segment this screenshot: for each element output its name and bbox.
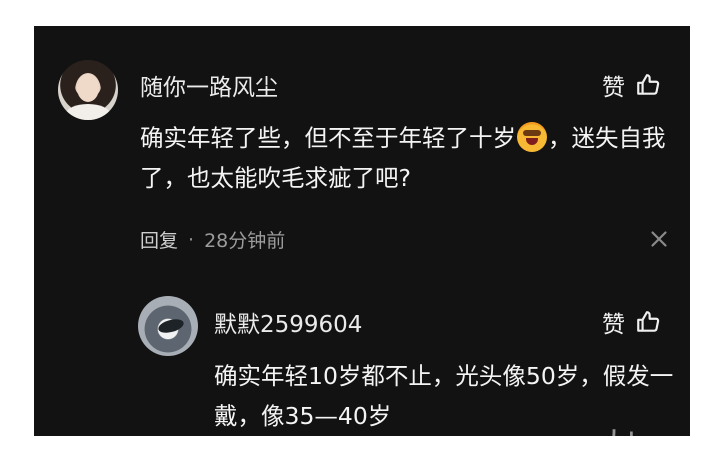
avatar-shirt-shape	[66, 104, 110, 120]
meta-separator: ·	[188, 228, 195, 251]
comment-text-1: 确实年轻了些，但不至于年轻了十岁 ，迷失自我了，也太能吹毛求疵了吧?	[140, 118, 674, 198]
reply-button[interactable]: 回复	[140, 226, 178, 253]
avatar-face-shape	[77, 74, 99, 102]
user-avatar-1[interactable]	[58, 60, 118, 120]
comment-time: 28分钟前	[204, 230, 286, 252]
thumb-up-icon	[637, 74, 660, 95]
watermark-text: 大|	[602, 428, 637, 436]
comment-panel: 随你一路风尘 赞 确实年轻了些，但不至于年轻了十岁 ，迷失自我了，也太能吹毛求疵了…	[34, 26, 690, 436]
watermark: 大|	[602, 422, 690, 436]
like-label-2: 赞	[602, 312, 625, 338]
like-button-1[interactable]: 赞	[602, 68, 661, 102]
thumb-up-icon	[637, 311, 660, 332]
comment-meta-1: 回复 · 28分钟前	[140, 226, 285, 253]
avatar-bird-shape	[156, 316, 186, 336]
comment-text-1-part1: 确实年轻了些，但不至于年轻了十岁	[140, 124, 516, 152]
laughing-crying-emoji-icon	[517, 122, 547, 152]
user-avatar-2[interactable]	[138, 296, 198, 356]
like-label-1: 赞	[602, 75, 625, 101]
comment-username-2[interactable]: 默默2599604	[214, 305, 362, 339]
like-button-2[interactable]: 赞	[602, 305, 661, 339]
comment-username-1[interactable]: 随你一路风尘	[140, 68, 278, 102]
close-icon[interactable]	[646, 226, 672, 252]
